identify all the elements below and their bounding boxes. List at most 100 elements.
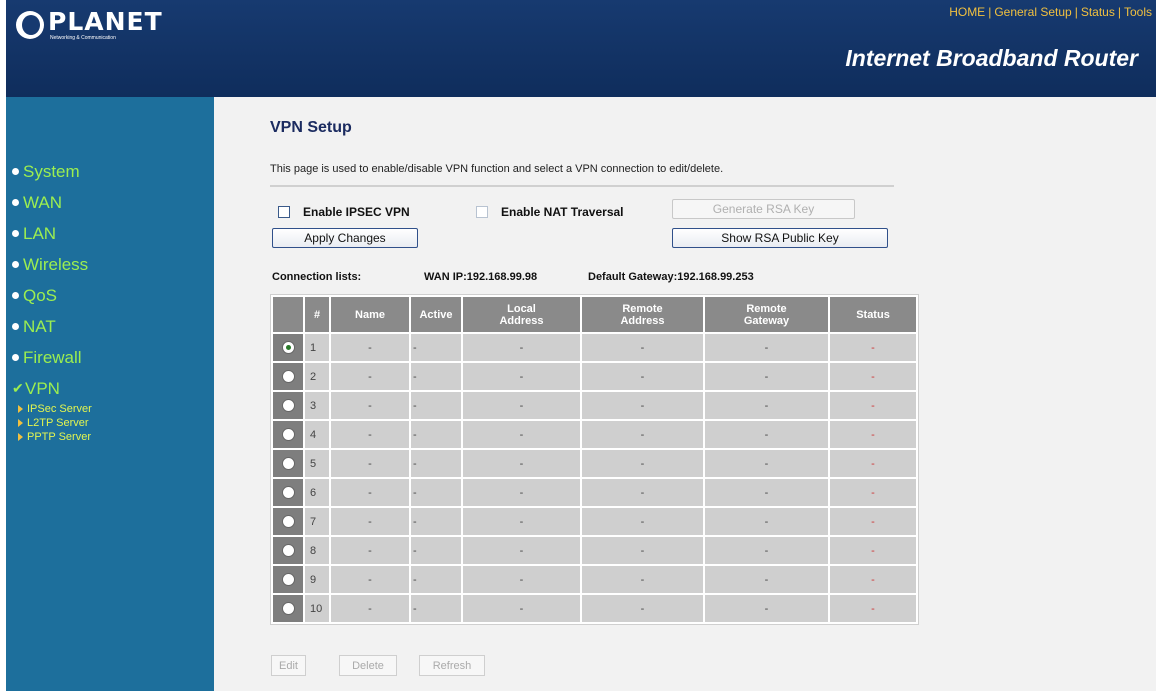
- name-cell: -: [331, 566, 409, 593]
- divider: [270, 185, 894, 187]
- row-select-radio[interactable]: [281, 341, 295, 354]
- select-cell: [273, 392, 303, 419]
- nav-separator: |: [988, 5, 992, 19]
- sidebar-item-nat[interactable]: NAT: [12, 311, 92, 342]
- table-row[interactable]: 6------: [273, 479, 916, 506]
- row-select-radio[interactable]: [281, 486, 295, 499]
- name-cell: -: [331, 537, 409, 564]
- remote-gateway-cell: -: [705, 566, 828, 593]
- enable-nat-traversal-checkbox[interactable]: [476, 206, 488, 218]
- name-cell: -: [331, 334, 409, 361]
- nav-general-setup-link[interactable]: General Setup: [994, 5, 1071, 19]
- select-cell: [273, 566, 303, 593]
- table-row[interactable]: 9------: [273, 566, 916, 593]
- select-cell: [273, 363, 303, 390]
- sidebar-item-qos[interactable]: QoS: [12, 280, 92, 311]
- edit-button[interactable]: Edit: [271, 655, 306, 676]
- table-header-row: # Name Active Local Address Remote Addre…: [273, 297, 916, 332]
- local-address-cell: -: [463, 363, 580, 390]
- active-cell: -: [411, 537, 461, 564]
- sidebar-subitem-pptp-server[interactable]: PPTP Server: [18, 430, 92, 444]
- remote-gateway-column-header: Remote Gateway: [705, 297, 828, 332]
- header-bar: PLANET Networking & Communication HOME | G…: [6, 0, 1156, 97]
- row-select-radio[interactable]: [281, 428, 295, 441]
- bullet-icon: [12, 230, 19, 237]
- sidebar-item-lan[interactable]: LAN: [12, 218, 92, 249]
- status-cell: -: [830, 421, 916, 448]
- table-row[interactable]: 1------: [273, 334, 916, 361]
- row-select-radio[interactable]: [281, 515, 295, 528]
- table-row[interactable]: 5------: [273, 450, 916, 477]
- vpn-connection-table: # Name Active Local Address Remote Addre…: [270, 294, 919, 625]
- row-select-radio[interactable]: [281, 544, 295, 557]
- select-column-header: [273, 297, 303, 332]
- number-cell: 2: [305, 363, 329, 390]
- sidebar-item-label: NAT: [23, 316, 56, 336]
- sidebar-item-firewall[interactable]: Firewall: [12, 342, 92, 373]
- sidebar-subitem-ipsec-server[interactable]: IPSec Server: [18, 402, 92, 416]
- table-row[interactable]: 8------: [273, 537, 916, 564]
- wan-ip-text: WAN IP:192.168.99.98: [424, 271, 538, 283]
- select-cell: [273, 508, 303, 535]
- delete-button[interactable]: Delete: [339, 655, 397, 676]
- triangle-right-icon: [18, 433, 23, 441]
- name-column-header: Name: [331, 297, 409, 332]
- table-row[interactable]: 3------: [273, 392, 916, 419]
- enable-ipsec-label: Enable IPSEC VPN: [303, 205, 410, 219]
- vpn-submenu: IPSec Server L2TP Server PPTP Server: [18, 402, 92, 444]
- sidebar-item-wireless[interactable]: Wireless: [12, 249, 92, 280]
- row-select-radio[interactable]: [281, 370, 295, 383]
- remote-address-cell: -: [582, 392, 703, 419]
- status-cell: -: [830, 450, 916, 477]
- select-cell: [273, 450, 303, 477]
- connection-lists-label: Connection lists:: [272, 271, 362, 283]
- number-cell: 6: [305, 479, 329, 506]
- table-row[interactable]: 10- - - - - -: [273, 595, 916, 622]
- apply-changes-button[interactable]: Apply Changes: [272, 228, 418, 248]
- generate-rsa-key-button[interactable]: Generate RSA Key: [672, 199, 855, 219]
- page-title: VPN Setup: [270, 119, 352, 136]
- bullet-icon: [12, 261, 19, 268]
- show-rsa-public-key-button[interactable]: Show RSA Public Key: [672, 228, 888, 248]
- status-cell: -: [830, 537, 916, 564]
- bullet-icon: [12, 354, 19, 361]
- nav-tools-link[interactable]: Tools: [1124, 5, 1152, 19]
- table-row[interactable]: 7------: [273, 508, 916, 535]
- triangle-right-icon: [18, 405, 23, 413]
- number-cell: 10: [305, 595, 329, 622]
- remote-address-cell: -: [582, 508, 703, 535]
- name-cell: -: [331, 595, 409, 622]
- number-cell: 7: [305, 508, 329, 535]
- enable-ipsec-checkbox[interactable]: [278, 206, 290, 218]
- status-cell: -: [830, 479, 916, 506]
- table-body: 1------2------3------4------5------6----…: [273, 334, 916, 622]
- sidebar-item-system[interactable]: System: [12, 156, 92, 187]
- remote-address-cell: -: [582, 566, 703, 593]
- bullet-icon: [12, 199, 19, 206]
- sidebar-item-label: System: [23, 161, 80, 181]
- row-select-radio[interactable]: [281, 399, 295, 412]
- sidebar-subitem-l2tp-server[interactable]: L2TP Server: [18, 416, 92, 430]
- enable-nat-traversal-label: Enable NAT Traversal: [501, 205, 624, 219]
- select-cell: [273, 421, 303, 448]
- nav-status-link[interactable]: Status: [1081, 5, 1115, 19]
- table-row[interactable]: 2------: [273, 363, 916, 390]
- sidebar-item-vpn[interactable]: ✔ VPN: [12, 373, 92, 404]
- row-select-radio[interactable]: [281, 602, 295, 615]
- status-cell: -: [830, 595, 916, 622]
- sidebar-item-wan[interactable]: WAN: [12, 187, 92, 218]
- active-cell: -: [411, 363, 461, 390]
- local-address-cell: -: [463, 595, 580, 622]
- table-row[interactable]: 4------: [273, 421, 916, 448]
- refresh-button[interactable]: Refresh: [419, 655, 485, 676]
- planet-logo: PLANET Networking & Communication: [16, 9, 163, 41]
- sidebar-item-label: VPN: [25, 378, 60, 398]
- nav-home-link[interactable]: HOME: [949, 5, 985, 19]
- remote-address-column-header: Remote Address: [582, 297, 703, 332]
- row-select-radio[interactable]: [281, 457, 295, 470]
- remote-address-cell: -: [582, 450, 703, 477]
- name-cell: -: [331, 392, 409, 419]
- remote-address-cell: -: [582, 537, 703, 564]
- name-cell: -: [331, 363, 409, 390]
- row-select-radio[interactable]: [281, 573, 295, 586]
